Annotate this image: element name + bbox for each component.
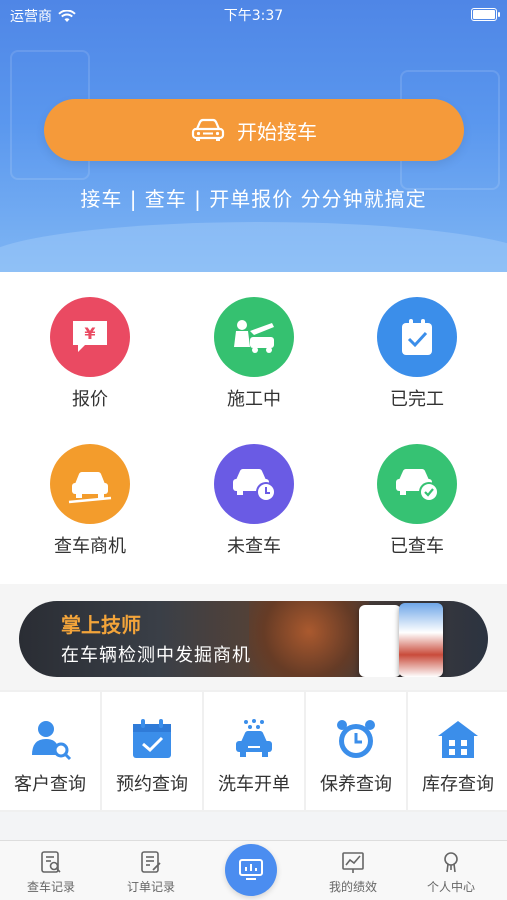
function-completed[interactable]: 已完工 [337,297,497,411]
function-car-opportunity[interactable]: 查车商机 [10,444,170,558]
start-reception-button[interactable]: 开始接车 [44,99,464,161]
car-icon [191,118,225,141]
tab-label: 个人中心 [426,880,475,894]
function-label: 查车商机 [54,536,126,557]
tab-center-action-button[interactable] [225,844,277,896]
function-grid: ¥ 报价 施工中 已完工 查车商机 未查车 已查车 [0,272,507,584]
car-wash-icon [229,716,279,762]
profile-icon [437,849,465,875]
status-time: 下午3:37 [223,8,284,24]
function-label: 施工中 [227,389,281,410]
quick-actions: 客户查询 预约查询 洗车开单 保养查询 库存查询 [0,690,507,812]
quote-icon: ¥ [50,297,130,377]
hero-wave [0,222,507,272]
appointment-calendar-icon [127,716,177,762]
function-car-checked[interactable]: 已查车 [337,444,497,558]
car-record-icon [37,849,65,875]
function-label: 报价 [72,389,108,410]
quick-action-label: 客户查询 [14,774,86,795]
start-reception-label: 开始接车 [237,119,317,144]
banner-subtitle: 在车辆检测中发掘商机 [61,645,251,666]
quick-maintenance-search[interactable]: 保养查询 [306,692,406,810]
tab-performance[interactable]: 我的绩效 [302,841,404,900]
function-in-progress[interactable]: 施工中 [174,297,334,411]
quick-appointment-search[interactable]: 预约查询 [102,692,202,810]
center-monitor-icon [239,859,263,880]
quick-car-wash[interactable]: 洗车开单 [204,692,304,810]
function-quote[interactable]: ¥ 报价 [10,297,170,411]
quick-inventory-search[interactable]: 库存查询 [408,692,507,810]
customer-search-icon [25,716,75,762]
car-checked-icon [377,444,457,524]
inventory-warehouse-icon [433,716,483,762]
banner-title: 掌上技师 [61,613,141,637]
tab-label: 查车记录 [26,880,75,894]
maintenance-clock-icon [331,716,381,762]
repair-in-progress-icon [214,297,294,377]
function-label: 已完工 [390,389,444,410]
function-label: 未查车 [227,536,281,557]
quick-action-label: 保养查询 [320,774,392,795]
phone-mockup-image [399,603,443,677]
tab-order-record[interactable]: 订单记录 [100,841,202,900]
tab-profile[interactable]: 个人中心 [400,841,502,900]
quick-action-label: 库存查询 [422,774,494,795]
car-pending-check-icon [214,444,294,524]
tab-label: 我的绩效 [328,880,377,894]
car-opportunity-icon [50,444,130,524]
completed-checklist-icon [377,297,457,377]
phone-mockup-image [359,605,401,677]
svg-text:¥: ¥ [84,324,95,343]
promo-banner[interactable]: 掌上技师 在车辆检测中发掘商机 [19,601,488,677]
tab-label: 订单记录 [126,880,175,894]
tab-car-record[interactable]: 查车记录 [0,841,102,900]
promo-banner-area: 掌上技师 在车辆检测中发掘商机 [0,584,507,690]
function-label: 已查车 [390,536,444,557]
battery-icon [471,8,500,21]
hero-header: 运营商 下午3:37 开始接车 接车 | 查车 | 开单报价 分分钟就搞定 [0,0,507,272]
quick-customer-search[interactable]: 客户查询 [0,692,100,810]
performance-chart-icon [339,849,367,875]
function-car-pending[interactable]: 未查车 [174,444,334,558]
order-record-icon [137,849,165,875]
hero-slogan: 接车 | 查车 | 开单报价 分分钟就搞定 [80,187,427,211]
status-bar: 运营商 下午3:37 [0,0,507,28]
banner-photo-accent [249,601,369,677]
quick-action-label: 预约查询 [116,774,188,795]
quick-action-label: 洗车开单 [218,774,290,795]
